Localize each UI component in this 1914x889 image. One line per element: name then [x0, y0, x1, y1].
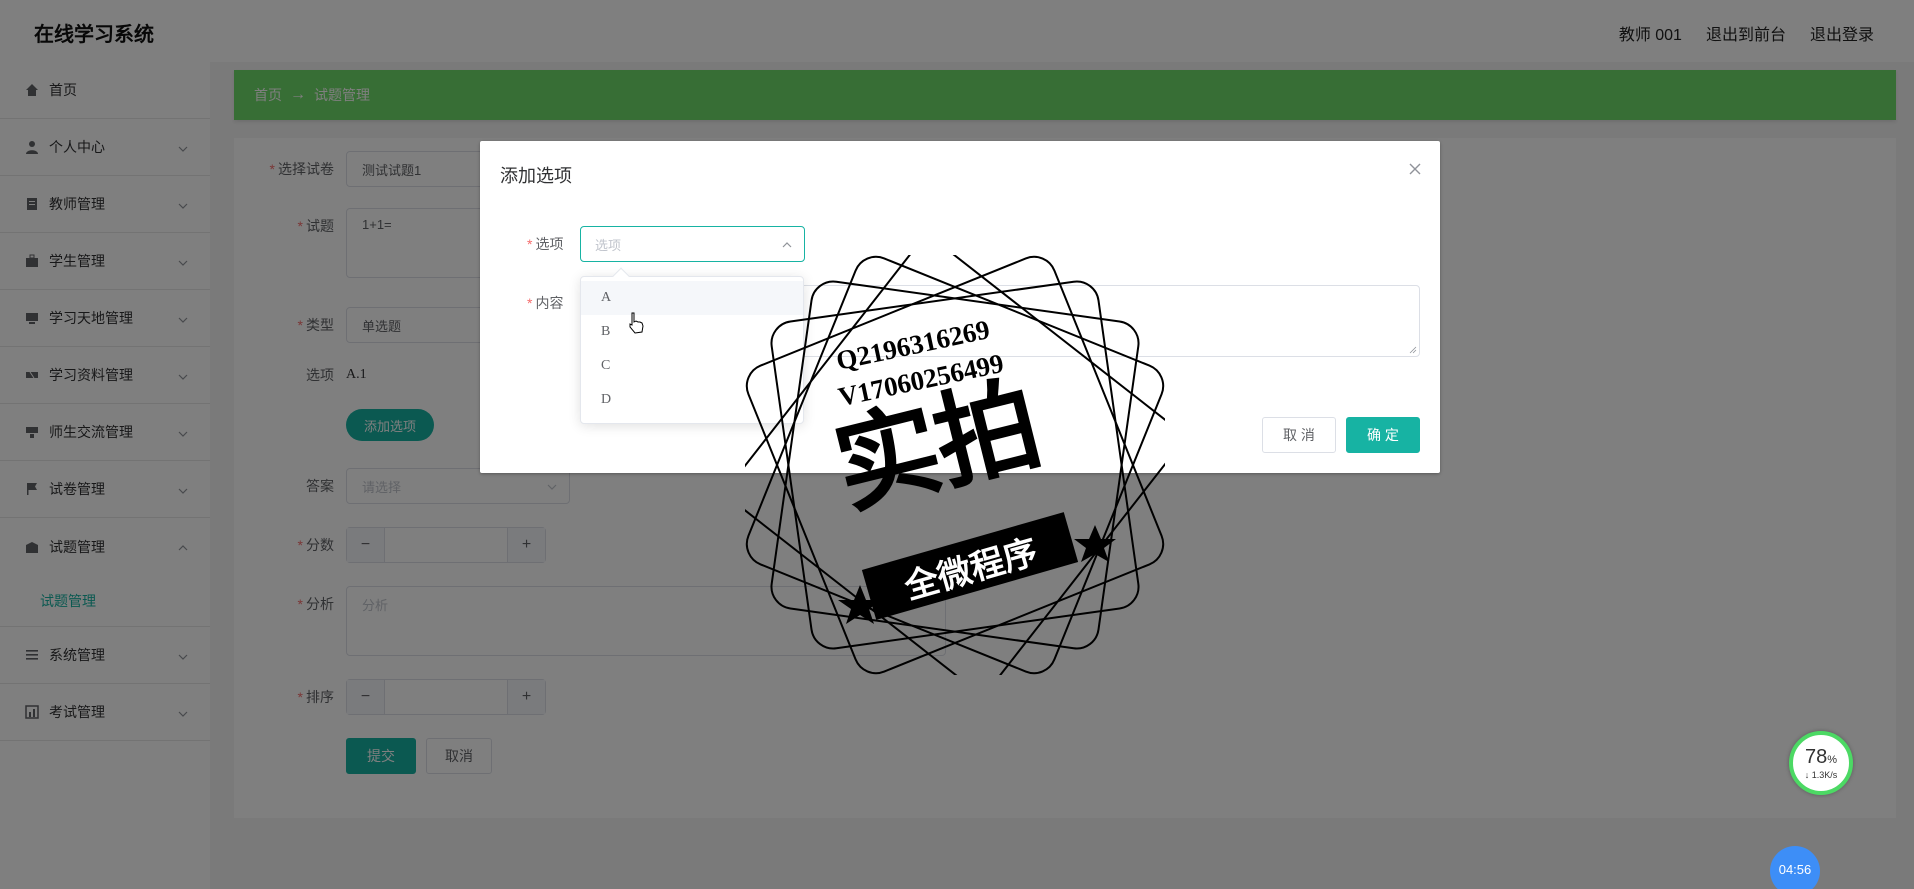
timer-badge[interactable]: 04:56: [1770, 846, 1820, 889]
dialog-confirm-button[interactable]: 确 定: [1346, 417, 1420, 453]
close-icon[interactable]: [1408, 161, 1422, 179]
hand-cursor-icon: [629, 312, 644, 334]
dropdown-option-b[interactable]: B: [581, 315, 803, 349]
network-speed-widget[interactable]: 78% ↓ 1.3K/s: [1789, 731, 1853, 795]
dialog-content-label: * 内容: [527, 295, 564, 311]
dialog-title: 添加选项: [500, 166, 572, 186]
dialog-option-select[interactable]: 选项: [580, 226, 805, 262]
dialog-option-label: * 选项: [527, 236, 564, 252]
resize-handle-icon: [1409, 346, 1417, 354]
dialog-cancel-button[interactable]: 取 消: [1262, 417, 1336, 453]
dropdown-option-c[interactable]: C: [581, 349, 803, 383]
dropdown-option-d[interactable]: D: [581, 383, 803, 417]
chevron-up-icon: [782, 238, 792, 253]
download-rate: ↓ 1.3K/s: [1804, 769, 1838, 780]
dropdown-option-a[interactable]: A: [581, 281, 803, 315]
option-dropdown: A B C D: [580, 267, 804, 424]
